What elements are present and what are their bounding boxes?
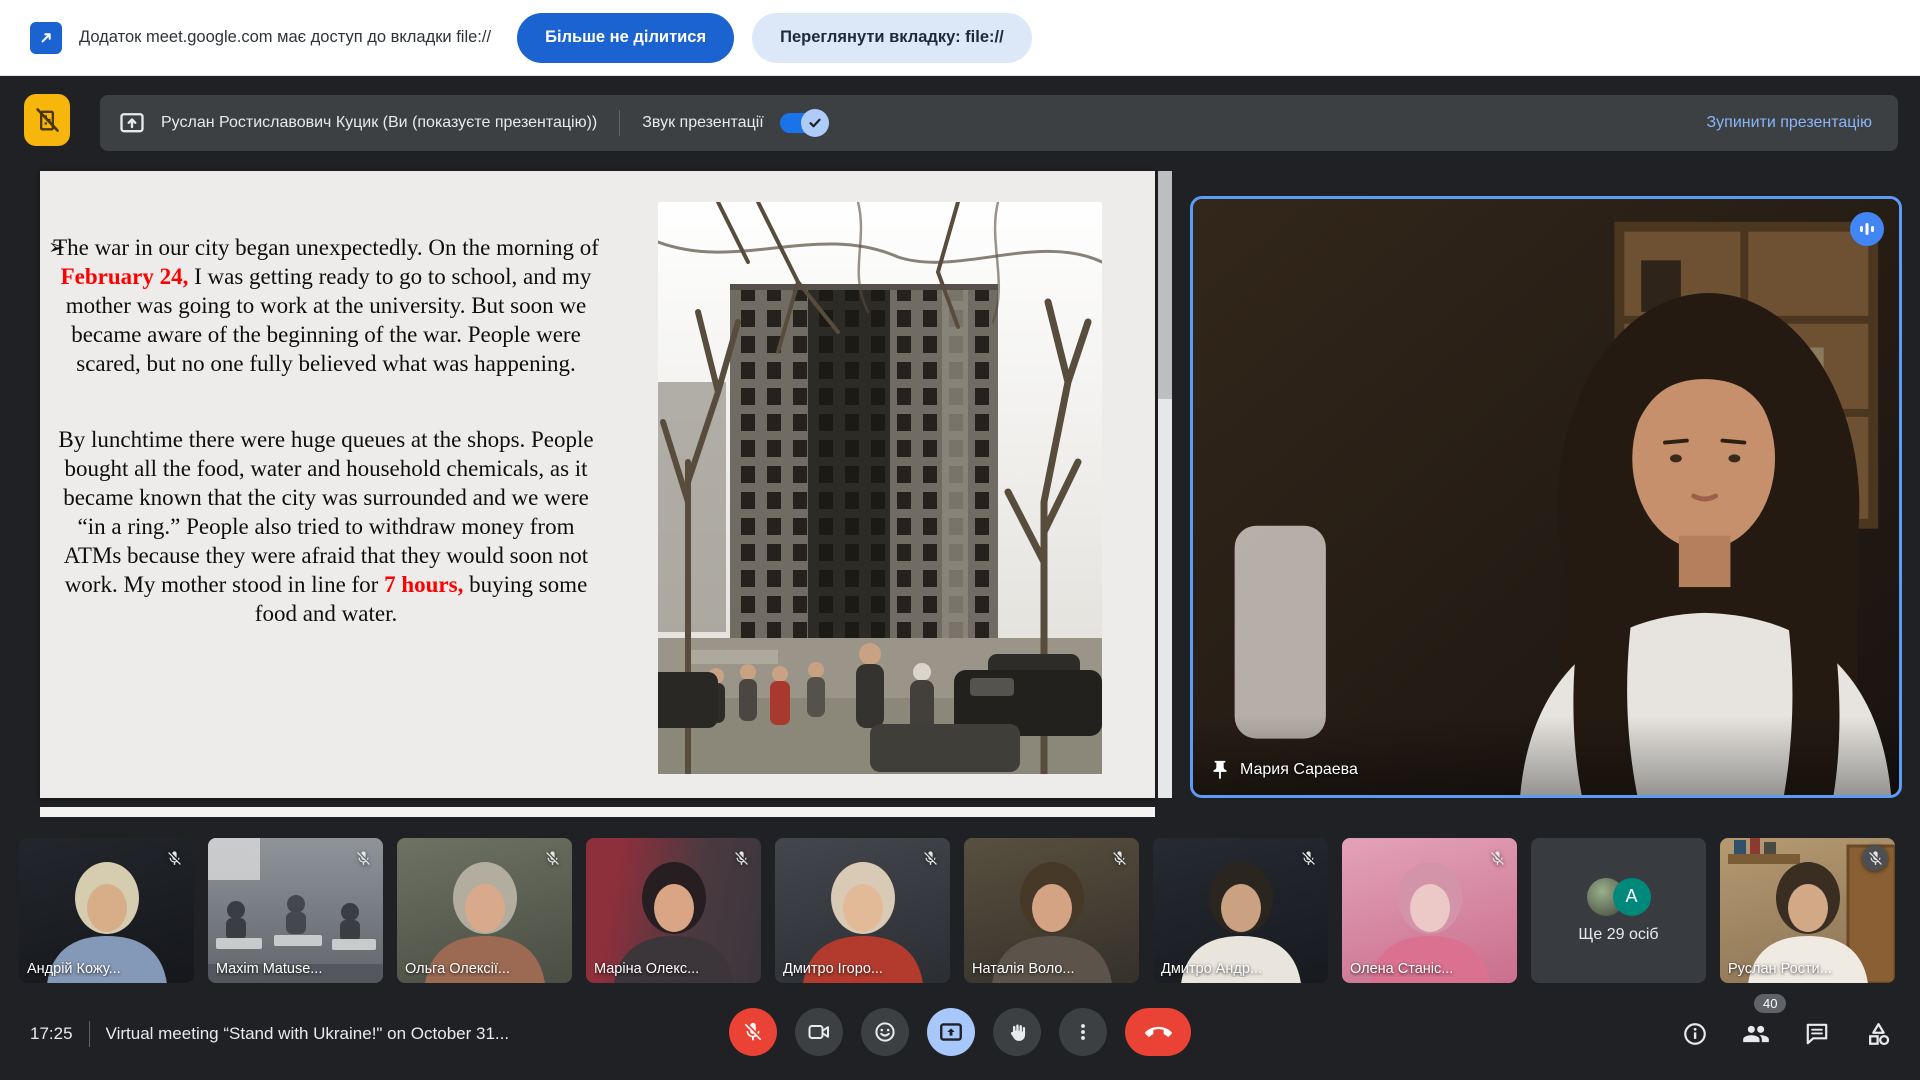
meeting-surface: Руслан Ростиславович Куцик (Ви (показуєт… (0, 76, 1920, 1080)
participant-video (1193, 199, 1899, 795)
mic-off-icon (350, 845, 376, 871)
more-vert-icon (1072, 1021, 1094, 1043)
mic-off-icon (1862, 845, 1888, 871)
participant-name: Ольга Олексії... (405, 961, 546, 977)
participant-tile[interactable]: Наталія Воло... (964, 838, 1139, 983)
mic-off-icon (539, 845, 565, 871)
present-screen-icon (938, 1019, 964, 1045)
hand-icon (1006, 1021, 1029, 1044)
participant-tile[interactable]: Олена Станіс... (1342, 838, 1517, 983)
divider (619, 110, 620, 136)
mic-off-icon (1484, 845, 1510, 871)
chat-button[interactable] (1803, 1020, 1831, 1048)
activities-shapes-icon (1865, 1021, 1892, 1048)
participants-button[interactable]: 40 (1742, 1020, 1770, 1048)
participant-name: Руслан Рости... (1728, 961, 1869, 977)
participant-name: Наталія Воло... (972, 961, 1113, 977)
clock: 17:25 (30, 1024, 73, 1044)
mic-mute-button[interactable] (729, 1008, 777, 1056)
avatar: A (1613, 878, 1651, 916)
scrollbar-thumb[interactable] (1158, 171, 1172, 399)
more-options-button[interactable] (1059, 1008, 1107, 1056)
presenter-name: Руслан Ростиславович Куцик (Ви (показуєт… (161, 114, 597, 132)
mic-off-icon (917, 845, 943, 871)
chrome-share-infobar: Додаток meet.google.com має доступ до вк… (0, 0, 1920, 76)
participant-tile[interactable]: Maxim Matuse... (208, 838, 383, 983)
building-off-icon (33, 106, 61, 134)
participant-tile[interactable]: Андрій Кожу... (19, 838, 194, 983)
screen-share-icon (30, 22, 62, 54)
stop-sharing-button[interactable]: Більше не ділитися (517, 13, 734, 63)
google-meet-window: Додаток meet.google.com має доступ до вк… (0, 0, 1920, 1080)
slide-paragraph-2: By lunchtime there were huge queues at t… (52, 425, 600, 628)
present-screen-icon (118, 109, 146, 137)
participant-tile[interactable]: Дмитро Андр... (1153, 838, 1328, 983)
meeting-info: 17:25 Virtual meeting “Stand with Ukrain… (30, 1006, 509, 1062)
participant-filmstrip: Андрій Кожу... Maxim Matuse... (19, 838, 1895, 983)
participant-name: Дмитро Андр... (1161, 961, 1302, 977)
raise-hand-button[interactable] (993, 1008, 1041, 1056)
meeting-details-button[interactable] (1681, 1020, 1709, 1048)
participant-tile[interactable]: Ольга Олексії... (397, 838, 572, 983)
next-slide-preview (40, 807, 1155, 817)
participant-tile[interactable]: Руслан Рости... (1720, 838, 1895, 983)
divider (89, 1021, 90, 1047)
meeting-panels: 40 (1681, 1006, 1892, 1062)
pinned-name-row: Мария Сараева (1209, 759, 1358, 781)
mic-off-icon (161, 845, 187, 871)
pin-icon (1209, 759, 1231, 781)
people-icon (1742, 1020, 1770, 1048)
participant-tile[interactable]: Маріна Олекс... (586, 838, 761, 983)
camera-button[interactable] (795, 1008, 843, 1056)
mic-off-icon (728, 845, 754, 871)
present-button[interactable] (927, 1008, 975, 1056)
slide-scrollbar[interactable] (1158, 171, 1172, 798)
camera-icon (807, 1020, 831, 1044)
stop-presentation-button[interactable]: Зупинити презентацію (1706, 114, 1872, 132)
slide-highlight-date: February 24, (61, 264, 189, 289)
presentation-header-bar: Руслан Ростиславович Куцик (Ви (показуєт… (100, 95, 1898, 151)
call-controls (729, 1008, 1191, 1056)
participants-count-badge: 40 (1754, 994, 1786, 1013)
participant-name: Maxim Matuse... (216, 961, 357, 977)
reactions-button[interactable] (861, 1008, 909, 1056)
mic-off-icon (1106, 845, 1132, 871)
share-message: Додаток meet.google.com має доступ до вк… (79, 28, 491, 47)
slide-paragraph-1: The war in our city began unexpectedly. … (52, 233, 600, 378)
presentation-audio-label: Звук презентації (642, 114, 763, 132)
info-icon (1682, 1021, 1708, 1047)
view-tab-button[interactable]: Переглянути вкладку: file:// (752, 13, 1032, 63)
check-icon (807, 115, 823, 131)
presentation-audio-toggle[interactable] (780, 113, 826, 133)
audio-level-indicator (1850, 212, 1884, 246)
presentation-slide[interactable]: ➢ The war in our city began unexpectedly… (40, 171, 1155, 798)
meeting-title: Virtual meeting “Stand with Ukraine!" on… (106, 1024, 510, 1044)
call-end-icon (1145, 1019, 1172, 1046)
slide-highlight-hours: 7 hours, (384, 572, 463, 597)
sound-bars-icon (1857, 219, 1877, 239)
leave-call-button[interactable] (1125, 1008, 1191, 1056)
participant-name: Андрій Кожу... (27, 961, 168, 977)
participant-tile[interactable]: Дмитро Ігоро... (775, 838, 950, 983)
emoji-icon (873, 1020, 897, 1044)
participant-name: Дмитро Ігоро... (783, 961, 924, 977)
chat-icon (1804, 1021, 1830, 1047)
activities-button[interactable] (1864, 1020, 1892, 1048)
main-participant-name: Мария Сараева (1240, 761, 1358, 779)
participant-name: Олена Станіс... (1350, 961, 1491, 977)
mic-off-icon (742, 1021, 764, 1043)
slide-photo-destroyed-building (658, 202, 1102, 774)
more-participants-label: Ще 29 осіб (1578, 926, 1658, 944)
slide-text: The war in our city began unexpectedly. … (52, 233, 600, 628)
mic-off-icon (1295, 845, 1321, 871)
bottom-control-bar: 17:25 Virtual meeting “Stand with Ukrain… (0, 1000, 1920, 1080)
overflow-participants-tile[interactable]: A Ще 29 осіб (1531, 838, 1706, 983)
avatar-stack: A (1587, 878, 1651, 916)
main-video-tile[interactable]: Мария Сараева (1190, 196, 1902, 798)
participant-name: Маріна Олекс... (594, 961, 735, 977)
toggle-knob (801, 109, 829, 137)
warning-badge[interactable] (24, 94, 70, 146)
